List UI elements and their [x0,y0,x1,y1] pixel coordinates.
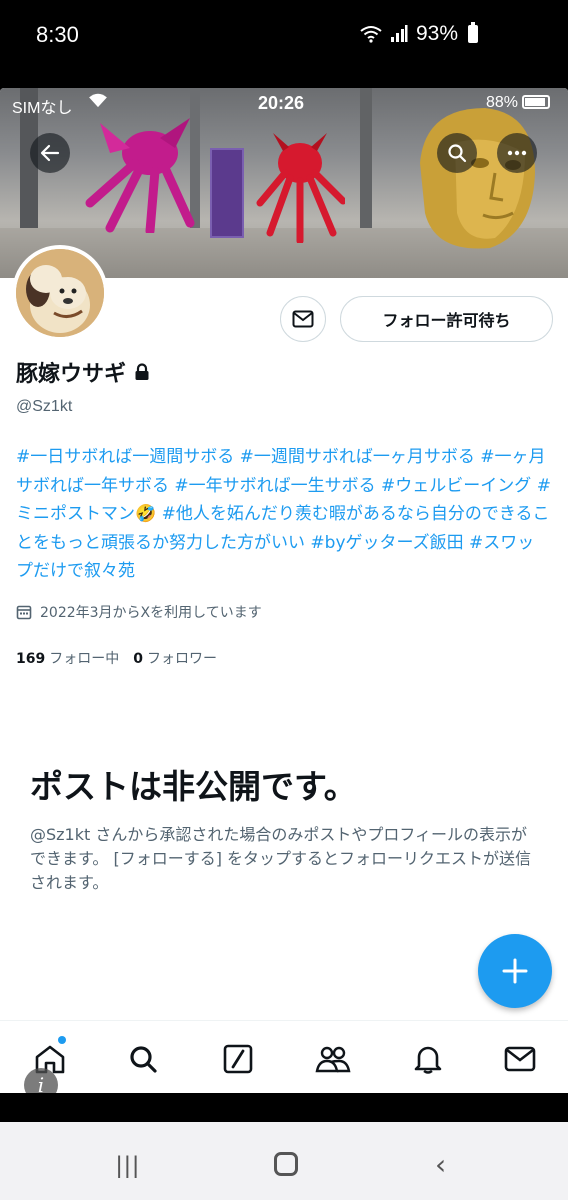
profile-bio[interactable]: #一日サボれば一週間サボる #一週間サボれば一ヶ月サボる #一ヶ月サボれば一年サ… [16,443,551,586]
user-handle: @Sz1kt [16,398,73,415]
device-status-bar: 8:30 93% [0,0,568,82]
following-count: 169 [16,651,46,667]
back-arrow-icon [40,144,60,162]
follow-pending-button[interactable]: フォロー許可待ち [340,296,553,342]
lock-icon [135,363,149,380]
wifi-icon [89,93,107,108]
bottom-tab-bar [0,1020,568,1093]
recent-apps-button[interactable]: ||| [116,1152,141,1180]
people-icon [315,1046,351,1073]
signal-icon [390,25,408,42]
system-nav-bar: ||| ‹ [0,1122,568,1200]
search-icon [130,1046,157,1073]
back-button[interactable] [30,133,70,173]
private-notice-title: ポストは非公開です。 [30,767,357,806]
tab-communities[interactable] [313,1039,353,1079]
battery-icon [468,22,478,43]
followers-link[interactable]: 0 フォロワー [133,651,217,667]
followers-label: フォロワー [146,651,217,667]
banner-figure [85,118,195,233]
banner-figure [420,108,535,249]
app-clock: 20:26 [258,93,305,113]
compose-button[interactable] [478,934,552,1008]
device-clock: 8:30 [36,22,79,47]
following-label: フォロー中 [49,651,120,667]
wifi-icon [360,26,382,43]
display-name: 豚嫁ウサギ [16,356,150,388]
search-icon [448,144,467,163]
tab-notifications[interactable] [408,1039,448,1079]
device-status-icons: 93% [360,22,478,46]
mail-icon [504,1046,536,1072]
more-button[interactable] [497,133,537,173]
more-icon [507,150,527,156]
follow-stats: 169 フォロー中 0 フォロワー [16,648,217,668]
mail-icon [292,310,314,328]
plus-icon [502,958,528,984]
joined-date: 2022年3月からXを利用しています [16,602,262,622]
tab-grok[interactable] [218,1039,258,1079]
profile-screen: SIMなし 20:26 88% フォロー許可待ち 豚嫁ウサギ @Sz1kt #一… [0,88,568,1093]
battery-icon [522,95,550,109]
back-nav-button[interactable]: ‹ [435,1148,446,1181]
followers-count: 0 [133,651,143,667]
calendar-icon [16,605,32,620]
avatar-image [16,249,104,337]
bell-icon [414,1046,442,1074]
slash-box-icon [223,1044,253,1074]
device-battery-percent: 93% [415,22,458,45]
banner-figure [256,133,345,243]
joined-text: 2022年3月からXを利用しています [40,605,262,621]
following-link[interactable]: 169 フォロー中 [16,651,119,667]
carrier-label: SIMなし [12,100,73,117]
notification-dot [58,1036,66,1044]
avatar[interactable] [12,245,108,341]
home-button[interactable] [274,1152,298,1176]
private-notice-description: @Sz1kt さんから承認された場合のみポストやプロフィールの表示ができます。 … [30,825,532,892]
message-button[interactable] [280,296,326,342]
tab-messages[interactable] [500,1039,540,1079]
app-battery-percent: 88% [485,94,518,111]
display-name-text: 豚嫁ウサギ [16,362,127,387]
tab-explore[interactable] [123,1039,163,1079]
app-status-bar: SIMなし 20:26 88% [0,88,568,120]
search-button[interactable] [437,133,477,173]
